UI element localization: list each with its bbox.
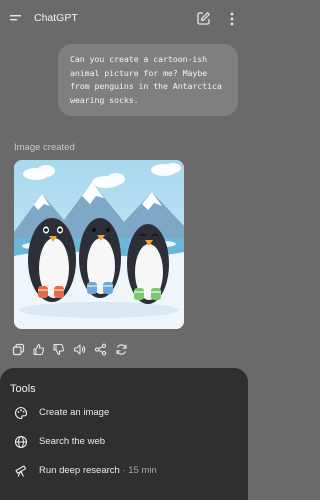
tool-deep-research-label: Run deep research	[39, 465, 120, 476]
palette-icon	[14, 406, 28, 420]
tools-sheet: Tools Create an image Search the web Run…	[0, 368, 248, 500]
tool-create-image[interactable]: Create an image	[0, 400, 248, 426]
more-vertical-icon[interactable]	[226, 11, 238, 27]
thumbs-up-icon[interactable]	[32, 343, 45, 356]
globe-icon	[14, 435, 28, 449]
new-chat-icon[interactable]	[196, 11, 211, 26]
menu-icon[interactable]	[10, 12, 24, 26]
image-status-label: Image created	[14, 142, 75, 153]
top-bar: ChatGPT	[0, 0, 248, 38]
generated-image[interactable]	[14, 160, 184, 329]
tool-deep-research-duration: · 15 min	[119, 465, 157, 476]
tools-title: Tools	[10, 383, 36, 395]
tool-search-web-label: Search the web	[39, 436, 106, 447]
copy-icon[interactable]	[12, 343, 25, 356]
tool-search-web[interactable]: Search the web	[0, 429, 248, 455]
app-title[interactable]: ChatGPT	[34, 12, 78, 24]
tool-create-image-label: Create an image	[39, 407, 110, 418]
tool-deep-research[interactable]: Run deep research · 15 min	[0, 458, 248, 484]
share-icon[interactable]	[94, 343, 107, 356]
thumbs-down-icon[interactable]	[52, 343, 65, 356]
user-message-bubble: Can you create a cartoon-ish animal pict…	[58, 44, 238, 116]
user-message-text: Can you create a cartoon-ish animal pict…	[70, 54, 222, 105]
speaker-icon[interactable]	[73, 343, 86, 356]
message-actions	[12, 343, 132, 357]
regenerate-icon[interactable]	[115, 343, 128, 356]
telescope-icon	[14, 464, 28, 478]
